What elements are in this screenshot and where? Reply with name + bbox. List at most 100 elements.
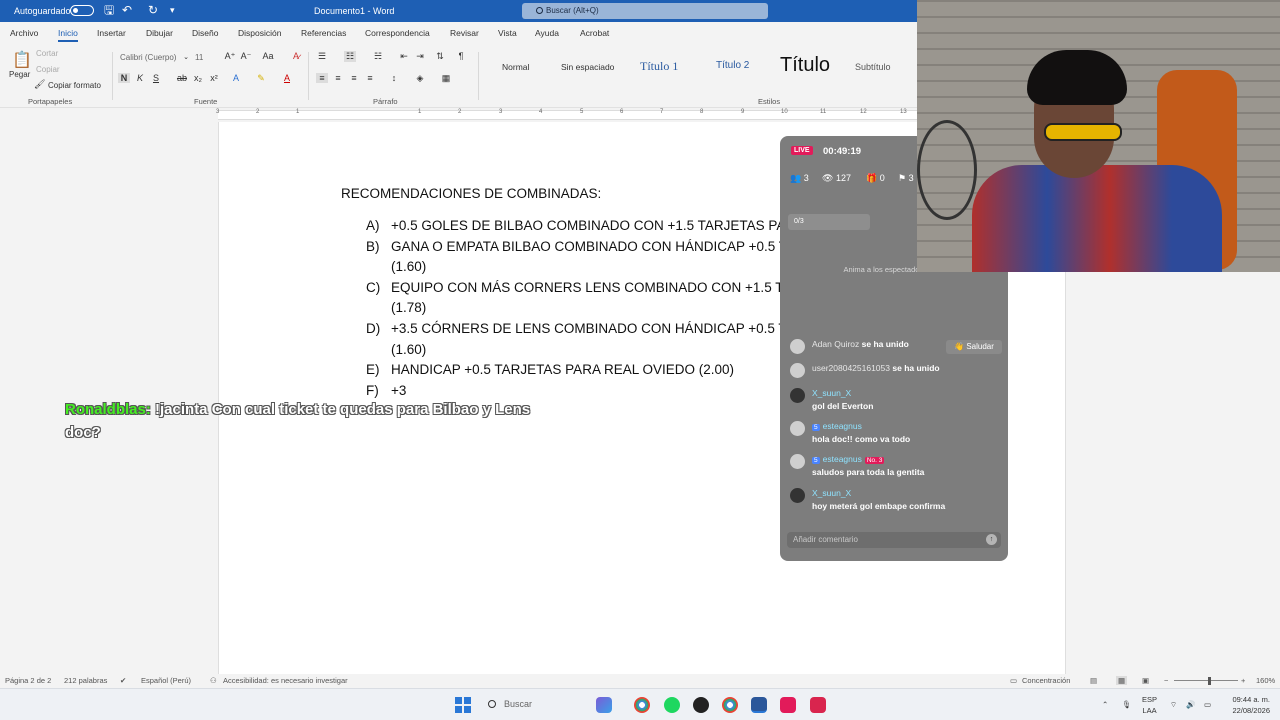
members-stat[interactable]: 👥 3 [790, 173, 809, 184]
style-subtitulo[interactable]: Subtítulo [855, 62, 891, 72]
language-indicator[interactable]: Español (Perú) [141, 676, 191, 685]
tiktok-live-icon[interactable] [780, 697, 796, 713]
system-clock[interactable]: 09:44 a. m. 22/08/2026 [1222, 694, 1270, 716]
gifts-stat[interactable]: 🎁 0 [866, 173, 885, 184]
numbering-icon[interactable]: ☷ [344, 51, 356, 62]
shrink-font-icon[interactable]: A⁻ [240, 51, 252, 62]
customize-toolbar-icon[interactable]: ▾ [170, 3, 175, 17]
shares-stat[interactable]: ⚑ 3 [898, 173, 914, 184]
tab-dibujar[interactable]: Dibujar [146, 28, 173, 38]
strikethrough-icon[interactable]: ab [176, 73, 188, 83]
greet-button[interactable]: 👋 Saludar [946, 340, 1002, 354]
style-normal[interactable]: Normal [502, 62, 529, 72]
microphone-icon[interactable]: 🎙 [1122, 699, 1132, 710]
redo-icon[interactable]: ↻ [148, 3, 158, 17]
web-layout-icon[interactable]: ▣ [1142, 676, 1149, 685]
proofing-icon[interactable]: ✔ [120, 676, 126, 685]
align-left-icon[interactable]: ≡ [316, 73, 328, 83]
live-studio-icon[interactable] [810, 697, 826, 713]
windows-start-icon[interactable] [455, 697, 471, 713]
decrease-indent-icon[interactable]: ⇤ [398, 51, 410, 62]
font-name-select[interactable]: Calibri (Cuerpo) [120, 53, 176, 62]
font-color-icon[interactable]: A [281, 73, 293, 83]
subscript-icon[interactable]: x₂ [192, 73, 204, 83]
tab-revisar[interactable]: Revisar [450, 28, 479, 38]
paste-icon[interactable]: 📋 [12, 50, 32, 70]
battery-icon[interactable]: ▭ [1204, 699, 1211, 710]
zoom-out-icon[interactable]: − [1164, 676, 1168, 685]
underline-icon[interactable]: S [150, 73, 162, 83]
zoom-level[interactable]: 160% [1256, 676, 1275, 685]
style-titulo-1[interactable]: Título 1 [640, 59, 678, 74]
format-painter-button[interactable]: Copiar formato [48, 81, 101, 90]
tab-acrobat[interactable]: Acrobat [580, 28, 609, 38]
search-box[interactable]: Buscar (Alt+Q) [522, 3, 768, 19]
zoom-in-icon[interactable]: + [1241, 676, 1245, 685]
shading-icon[interactable]: ◈ [414, 73, 426, 84]
page-count[interactable]: Página 2 de 2 [5, 676, 51, 685]
chrome-profile-icon[interactable] [722, 697, 738, 713]
justify-icon[interactable]: ≡ [364, 73, 376, 83]
list-item-continuation[interactable]: (1.78) [391, 300, 426, 315]
bullets-icon[interactable]: ☰ [316, 51, 328, 62]
superscript-icon[interactable]: x² [208, 73, 220, 83]
document-heading[interactable]: RECOMENDACIONES DE COMBINADAS: [341, 186, 601, 201]
viewers-stat[interactable]: 👁 127 [822, 173, 851, 184]
comment-input[interactable]: Añadir comentario ↑ [787, 532, 1001, 548]
tab-referencias[interactable]: Referencias [301, 28, 346, 38]
style-sin-espaciado[interactable]: Sin espaciado [561, 62, 614, 72]
style-titulo-2[interactable]: Título 2 [716, 60, 749, 71]
print-layout-icon[interactable]: ▦ [1116, 676, 1128, 685]
focus-mode-button[interactable]: Concentración [1022, 676, 1070, 685]
undo-icon[interactable]: ↶ [122, 3, 132, 17]
volume-icon[interactable]: 🔊 [1186, 699, 1195, 710]
clear-format-icon[interactable]: A̷ [290, 51, 302, 61]
tab-ayuda[interactable]: Ayuda [535, 28, 559, 38]
grow-font-icon[interactable]: A⁺ [224, 51, 236, 62]
sort-icon[interactable]: ⇅ [434, 51, 446, 62]
borders-icon[interactable]: ▦ [440, 73, 452, 84]
word-count[interactable]: 212 palabras [64, 676, 107, 685]
tab-vista[interactable]: Vista [498, 28, 517, 38]
autosave-toggle[interactable] [70, 5, 94, 16]
read-mode-icon[interactable]: ▤ [1090, 676, 1097, 685]
wifi-icon[interactable]: ⌔ [1170, 699, 1177, 710]
zoom-slider-thumb[interactable] [1208, 677, 1211, 685]
font-size-select[interactable]: 11 [195, 53, 203, 62]
vertical-ruler[interactable] [0, 122, 14, 674]
chrome-icon[interactable] [634, 697, 650, 713]
paste-button[interactable]: Pegar [9, 70, 30, 79]
cut-button[interactable]: Cortar [36, 49, 58, 58]
change-case-icon[interactable]: Aa [262, 51, 274, 61]
tab-disposicion[interactable]: Disposición [238, 28, 281, 38]
bold-icon[interactable]: N [118, 73, 130, 83]
text-effects-icon[interactable]: A [230, 73, 242, 83]
spotify-icon[interactable] [664, 697, 680, 713]
tab-inicio[interactable]: Inicio [58, 28, 78, 42]
save-icon[interactable]: 🖫 [104, 3, 114, 17]
send-icon[interactable]: ↑ [986, 534, 997, 545]
tab-correspondencia[interactable]: Correspondencia [365, 28, 430, 38]
copy-button[interactable]: Copiar [36, 65, 60, 74]
zoom-slider[interactable] [1174, 680, 1238, 681]
increase-indent-icon[interactable]: ⇥ [414, 51, 426, 62]
style-titulo[interactable]: Título [780, 54, 830, 77]
italic-icon[interactable]: K [134, 73, 146, 83]
tab-archivo[interactable]: Archivo [10, 28, 38, 38]
line-spacing-icon[interactable]: ↕ [388, 73, 400, 83]
list-item-continuation[interactable]: (1.60) [391, 259, 426, 274]
list-item[interactable]: F) +3 [366, 383, 406, 398]
taskbar-app-icon[interactable] [596, 697, 612, 713]
word-icon[interactable] [751, 697, 767, 713]
language-switcher[interactable]: ESP LAA [1142, 694, 1157, 716]
list-item-continuation[interactable]: (1.60) [391, 342, 426, 357]
tab-insertar[interactable]: Insertar [97, 28, 126, 38]
pilcrow-icon[interactable]: ¶ [455, 51, 467, 61]
tab-diseno[interactable]: Diseño [192, 28, 218, 38]
multilevel-list-icon[interactable]: ☵ [372, 51, 384, 62]
list-item[interactable]: E) HANDICAP +0.5 TARJETAS PARA REAL OVIED… [366, 362, 734, 377]
highlight-icon[interactable]: ✎ [255, 73, 267, 84]
chevron-down-icon[interactable]: ⌄ [180, 53, 192, 61]
obs-icon[interactable] [693, 697, 709, 713]
accessibility-status[interactable]: Accesibilidad: es necesario investigar [223, 676, 348, 685]
